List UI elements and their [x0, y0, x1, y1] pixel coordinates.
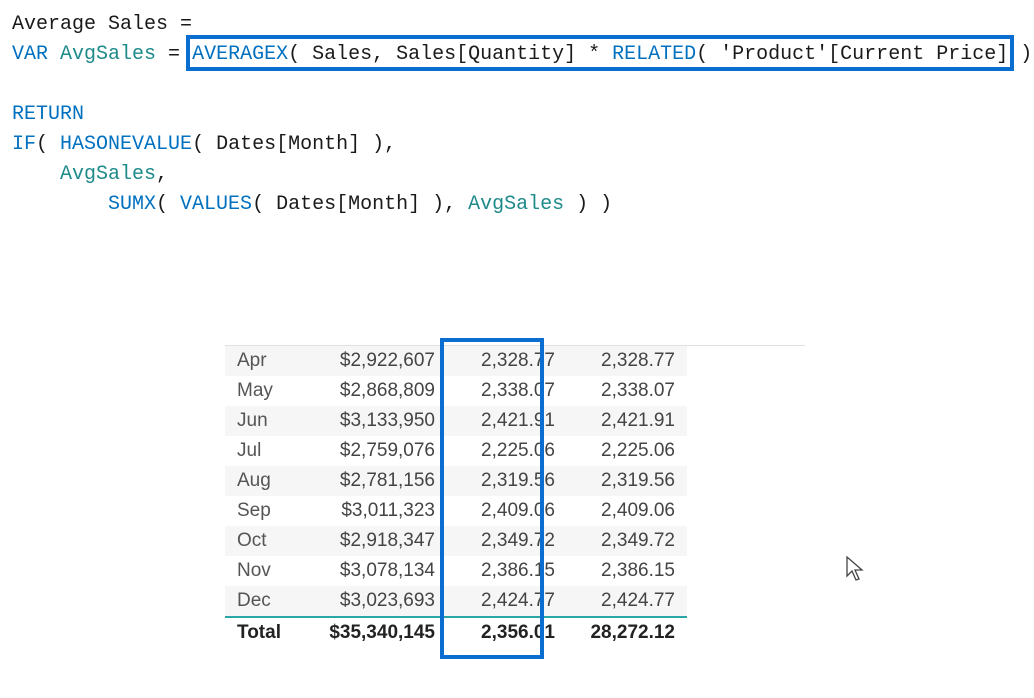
- avg2-cell: 2,386.15: [567, 556, 687, 586]
- args-close: ( 'Product'[Current Price] ) ): [696, 43, 1034, 66]
- avg2-cell: 2,225.06: [567, 436, 687, 466]
- sales-cell: $2,918,347: [297, 526, 447, 556]
- avg2-cell: 2,319.56: [567, 466, 687, 496]
- total-label: Total: [225, 617, 297, 648]
- avg2-cell: 2,328.77: [567, 346, 687, 376]
- fn-related: RELATED: [612, 43, 696, 66]
- cursor-icon: [846, 556, 866, 582]
- avg1-cell: 2,386.15: [447, 556, 567, 586]
- fn-sumx: SUMX: [108, 193, 156, 216]
- avg2-cell: 2,349.72: [567, 526, 687, 556]
- sales-cell: $2,759,076: [297, 436, 447, 466]
- args: ( Dates[Month] ),: [252, 193, 468, 216]
- table-row[interactable]: Dec $3,023,693 2,424.77 2,424.77: [225, 586, 687, 617]
- avg2-cell: 2,409.06: [567, 496, 687, 526]
- sales-cell: $2,781,156: [297, 466, 447, 496]
- total-sales: $35,340,145: [297, 617, 447, 648]
- sales-cell: $3,133,950: [297, 406, 447, 436]
- month-cell: May: [225, 376, 297, 406]
- equals-sign: =: [168, 13, 204, 36]
- month-cell: Aug: [225, 466, 297, 496]
- avg2-cell: 2,421.91: [567, 406, 687, 436]
- measure-name: Average Sales: [12, 13, 168, 36]
- indent: [12, 193, 108, 216]
- return-keyword: RETURN: [12, 103, 84, 126]
- var-ref: AvgSales: [468, 193, 564, 216]
- avg1-cell: 2,338.07: [447, 376, 567, 406]
- table-row[interactable]: Aug $2,781,156 2,319.56 2,319.56: [225, 466, 687, 496]
- table-row[interactable]: May $2,868,809 2,338.07 2,338.07: [225, 376, 687, 406]
- table-row[interactable]: Oct $2,918,347 2,349.72 2,349.72: [225, 526, 687, 556]
- table-row[interactable]: Jul $2,759,076 2,225.06 2,225.06: [225, 436, 687, 466]
- var-ref: AvgSales: [12, 163, 156, 186]
- args-close: ) ): [564, 193, 612, 216]
- table-total-row[interactable]: Total $35,340,145 2,356.01 28,272.12: [225, 617, 687, 648]
- total-avg2: 28,272.12: [567, 617, 687, 648]
- month-cell: Apr: [225, 346, 297, 376]
- avg1-cell: 2,319.56: [447, 466, 567, 496]
- sales-cell: $2,868,809: [297, 376, 447, 406]
- fn-averagex: AVERAGEX: [192, 43, 288, 66]
- avg1-cell: 2,225.06: [447, 436, 567, 466]
- comma: ,: [156, 163, 168, 186]
- avg1-cell: 2,421.91: [447, 406, 567, 436]
- month-cell: Oct: [225, 526, 297, 556]
- fn-values: VALUES: [180, 193, 252, 216]
- table-row[interactable]: Sep $3,011,323 2,409.06 2,409.06: [225, 496, 687, 526]
- month-cell: Sep: [225, 496, 297, 526]
- avg2-cell: 2,338.07: [567, 376, 687, 406]
- month-cell: Nov: [225, 556, 297, 586]
- avg1-cell: 2,349.72: [447, 526, 567, 556]
- result-table[interactable]: Apr $2,922,607 2,328.77 2,328.77 May $2,…: [225, 345, 805, 648]
- avg2-cell: 2,424.77: [567, 586, 687, 617]
- month-cell: Dec: [225, 586, 297, 617]
- avg1-cell: 2,424.77: [447, 586, 567, 617]
- month-cell: Jul: [225, 436, 297, 466]
- table-row[interactable]: Jun $3,133,950 2,421.91 2,421.91: [225, 406, 687, 436]
- fn-if: IF: [12, 133, 36, 156]
- equals-sign: =: [156, 43, 192, 66]
- fn-hasonevalue: HASONEVALUE: [60, 133, 192, 156]
- table-row[interactable]: Nov $3,078,134 2,386.15 2,386.15: [225, 556, 687, 586]
- var-name: AvgSales: [48, 43, 156, 66]
- month-cell: Jun: [225, 406, 297, 436]
- sales-cell: $2,922,607: [297, 346, 447, 376]
- paren-open: (: [36, 133, 60, 156]
- table-row[interactable]: Apr $2,922,607 2,328.77 2,328.77: [225, 346, 687, 376]
- sales-cell: $3,011,323: [297, 496, 447, 526]
- sales-cell: $3,023,693: [297, 586, 447, 617]
- var-keyword: VAR: [12, 43, 48, 66]
- total-avg1: 2,356.01: [447, 617, 567, 648]
- args: ( Dates[Month] ),: [192, 133, 396, 156]
- avg1-cell: 2,328.77: [447, 346, 567, 376]
- paren-open: (: [156, 193, 180, 216]
- dax-formula-editor[interactable]: Average Sales = VAR AvgSales = AVERAGEX(…: [0, 0, 1034, 240]
- sales-cell: $3,078,134: [297, 556, 447, 586]
- avg1-cell: 2,409.06: [447, 496, 567, 526]
- args: ( Sales, Sales[Quantity] *: [288, 43, 612, 66]
